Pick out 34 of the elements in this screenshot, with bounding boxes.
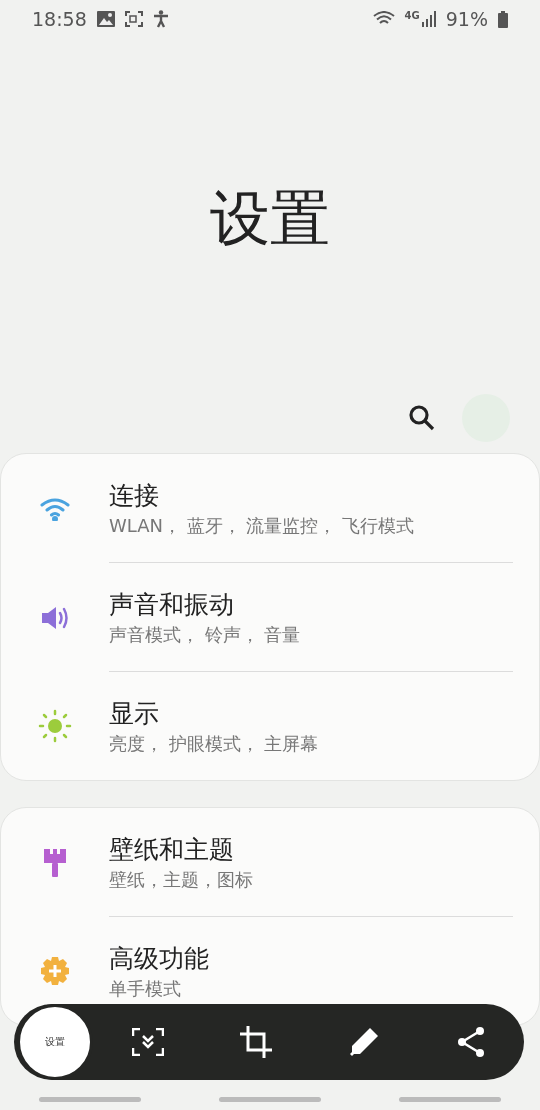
setting-title[interactable]: 声音和振动 <box>109 587 513 621</box>
page-title: 设置 <box>209 182 331 255</box>
speaker-icon <box>40 604 70 631</box>
setting-subtitle: 单手模式 <box>109 976 182 1001</box>
battery-icon <box>498 10 508 28</box>
screenshot-thumbnail[interactable]: 设置 <box>17 1004 93 1080</box>
setting-title[interactable]: 壁纸和主题 <box>109 832 513 866</box>
scroll-capture-icon[interactable] <box>132 1028 164 1056</box>
paint-brush-icon <box>42 846 68 879</box>
image-icon <box>96 11 115 27</box>
nav-handle[interactable] <box>39 1096 141 1102</box>
gear-plus-icon <box>40 956 70 986</box>
setting-title[interactable]: 连接 <box>109 478 513 512</box>
setting-title[interactable]: 显示 <box>109 696 513 730</box>
search-icon[interactable] <box>408 404 436 432</box>
setting-subtitle: 声音模式， 铃声， 音量 <box>109 622 302 647</box>
network-type: 4G <box>404 9 420 21</box>
setting-subtitle: 亮度， 护眼模式， 主屏幕 <box>109 731 320 756</box>
setting-subtitle: 壁纸，主题，图标 <box>109 867 254 892</box>
share-icon[interactable] <box>456 1026 486 1058</box>
battery-percent: 91% <box>445 8 488 30</box>
wifi-icon <box>40 496 70 521</box>
nav-handle[interactable] <box>219 1096 321 1102</box>
status-time: 18:58 <box>32 8 87 30</box>
crop-icon[interactable] <box>240 1026 272 1058</box>
accessibility-icon <box>152 10 169 28</box>
signal-icon <box>421 11 436 27</box>
screen-record-icon <box>124 11 143 27</box>
nav-handle[interactable] <box>399 1096 501 1102</box>
setting-title[interactable]: 高级功能 <box>109 941 513 975</box>
pen-icon[interactable] <box>348 1026 380 1058</box>
setting-subtitle: WLAN， 蓝牙， 流量监控， 飞行模式 <box>109 513 416 538</box>
sun-icon <box>38 709 72 743</box>
thumbnail-text: 设置 <box>45 1035 65 1049</box>
